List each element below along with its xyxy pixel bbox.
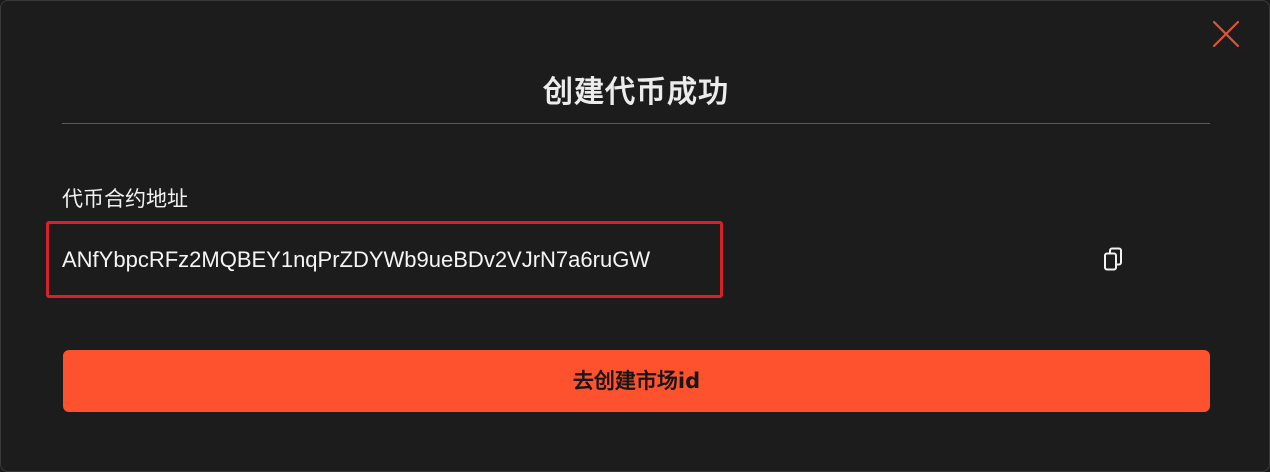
close-icon	[1212, 20, 1240, 48]
dialog-title: 创建代币成功	[543, 75, 729, 110]
contract-address-value[interactable]: ANfYbpcRFz2MQBEY1nqPrZDYWb9ueBDv2VJrN7a6…	[62, 242, 650, 278]
close-button[interactable]	[1210, 18, 1242, 50]
title-divider	[62, 123, 1210, 124]
create-market-id-button[interactable]: 去创建市场id	[63, 350, 1210, 412]
copy-address-button[interactable]	[1101, 246, 1127, 274]
copy-icon	[1104, 247, 1122, 271]
create-token-success-dialog: 创建代币成功 代币合约地址 ANfYbpcRFz2MQBEY1nqPrZDYWb…	[0, 0, 1270, 472]
contract-address-label: 代币合约地址	[62, 187, 188, 211]
